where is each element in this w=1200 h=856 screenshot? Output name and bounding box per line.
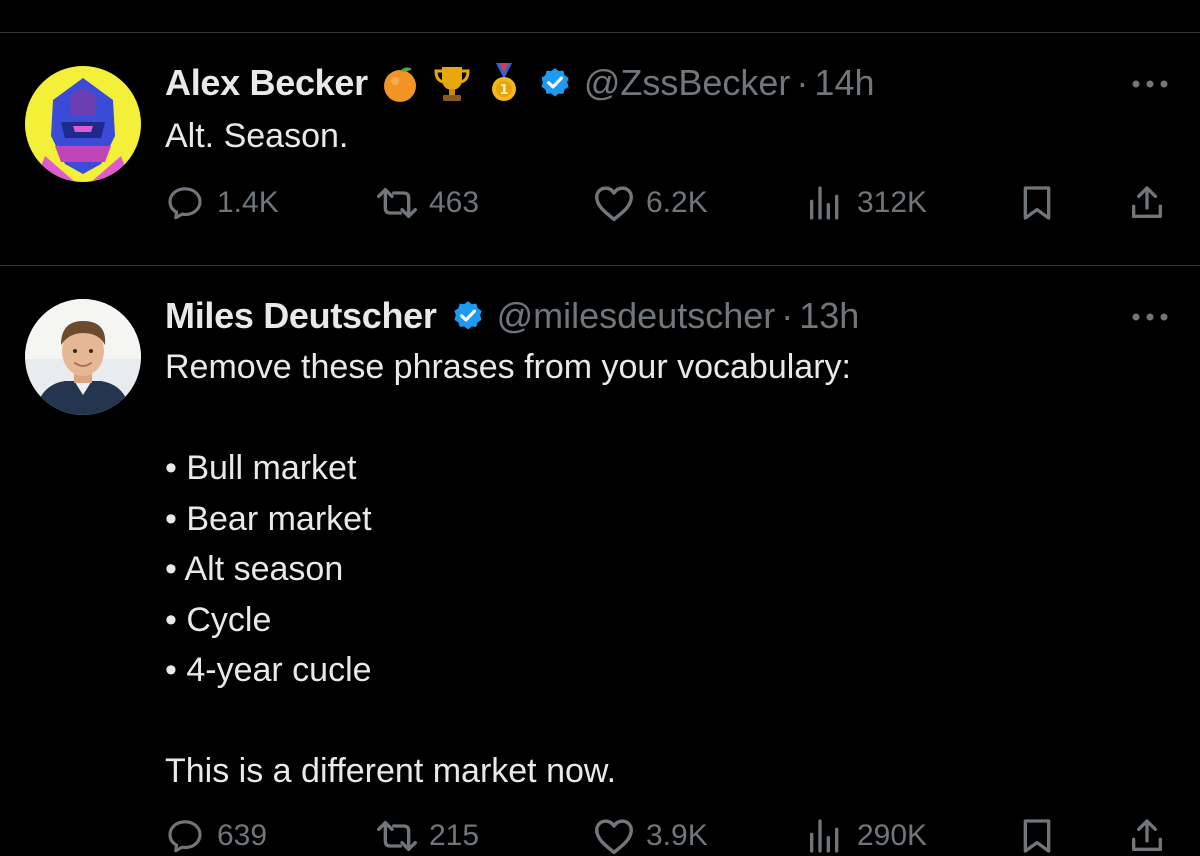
author-name[interactable]: Miles Deutscher bbox=[165, 295, 437, 337]
tweet-actions: 1.4K 463 6.2K 312K bbox=[165, 183, 1175, 223]
orange-emoji-icon bbox=[380, 63, 420, 103]
heart-icon bbox=[594, 819, 633, 855]
tweet-2[interactable]: Miles Deutscher @milesdeutscher · 13h Re… bbox=[0, 266, 1200, 855]
heart-icon bbox=[594, 186, 633, 222]
more-options-icon[interactable] bbox=[1130, 77, 1170, 91]
reply-count: 639 bbox=[217, 819, 268, 852]
tweet-text: Alt. Season. bbox=[165, 111, 348, 162]
repost-count: 215 bbox=[429, 819, 480, 852]
repost-icon bbox=[377, 821, 418, 851]
repost-button[interactable]: 215 bbox=[373, 816, 479, 856]
share-button[interactable] bbox=[1127, 816, 1167, 856]
bookmark-button[interactable] bbox=[1017, 183, 1057, 223]
separator-dot: · bbox=[796, 62, 809, 103]
tweet-time[interactable]: 14h bbox=[814, 62, 874, 104]
views-chart-icon bbox=[810, 819, 839, 853]
tweet-text-line: • Bear market bbox=[165, 499, 372, 538]
views-button[interactable]: 290K bbox=[805, 816, 927, 856]
tweet-header: Miles Deutscher @milesdeutscher · 13h bbox=[165, 291, 859, 341]
tweet-text-line: Alt. Season. bbox=[165, 117, 349, 155]
like-count: 6.2K bbox=[646, 186, 708, 219]
tweet-header: Alex Becker 1 @ZssBecker · 14h bbox=[165, 58, 875, 108]
repost-button[interactable]: 463 bbox=[373, 183, 479, 223]
verified-badge-icon bbox=[538, 66, 572, 100]
avatar-alex-becker[interactable] bbox=[25, 66, 141, 182]
tweet-text-line: This is a different market now. bbox=[165, 752, 617, 790]
tweet-1[interactable]: Alex Becker 1 @ZssBecker · 14h Alt. Seas… bbox=[0, 33, 1200, 264]
share-icon bbox=[1132, 186, 1162, 218]
like-count: 3.9K bbox=[646, 819, 708, 852]
like-button[interactable]: 3.9K bbox=[592, 816, 708, 856]
tweet-text-line bbox=[165, 696, 851, 747]
reply-count: 1.4K bbox=[217, 186, 279, 219]
bookmark-icon bbox=[1023, 186, 1051, 220]
share-button[interactable] bbox=[1127, 183, 1167, 223]
views-count: 290K bbox=[857, 819, 928, 852]
like-button[interactable]: 6.2K bbox=[592, 183, 708, 223]
author-handle[interactable]: @milesdeutscher bbox=[497, 295, 776, 337]
tweet-text-line: • Alt season bbox=[165, 550, 344, 588]
tweet-actions: 639 215 3.9K 290K bbox=[165, 816, 1175, 856]
bookmark-button[interactable] bbox=[1017, 816, 1057, 856]
repost-icon bbox=[377, 188, 418, 218]
bookmark-icon bbox=[1023, 819, 1051, 853]
tweet-text-line: • Cycle bbox=[165, 600, 272, 639]
reply-button[interactable]: 1.4K bbox=[165, 183, 279, 223]
separator-dot: · bbox=[781, 295, 794, 336]
tweet-text-line: Remove these phrases from your vocabular… bbox=[165, 348, 851, 386]
more-options-icon[interactable] bbox=[1130, 310, 1170, 324]
author-handle[interactable]: @ZssBecker bbox=[584, 62, 791, 104]
tweet-time[interactable]: 13h bbox=[799, 295, 859, 337]
views-count: 312K bbox=[857, 186, 928, 219]
svg-text:1: 1 bbox=[499, 83, 508, 98]
medal-emoji-icon: 1 bbox=[484, 63, 524, 103]
reply-icon bbox=[168, 187, 202, 220]
avatar-miles-deutscher[interactable] bbox=[25, 299, 141, 415]
reply-icon bbox=[168, 820, 202, 853]
verified-badge-icon bbox=[451, 299, 485, 333]
views-chart-icon bbox=[810, 186, 839, 220]
trophy-emoji-icon bbox=[432, 63, 472, 103]
repost-count: 463 bbox=[429, 186, 480, 219]
tweet-text: Remove these phrases from your vocabular… bbox=[165, 342, 851, 797]
share-icon bbox=[1132, 819, 1162, 851]
tweet-text-line: • Bull market bbox=[165, 449, 357, 487]
tweet-text-line bbox=[165, 393, 851, 444]
reply-button[interactable]: 639 bbox=[165, 816, 267, 856]
author-name[interactable]: Alex Becker bbox=[165, 62, 368, 104]
tweet-text-line: • 4-year cucle bbox=[165, 651, 372, 689]
views-button[interactable]: 312K bbox=[805, 183, 927, 223]
